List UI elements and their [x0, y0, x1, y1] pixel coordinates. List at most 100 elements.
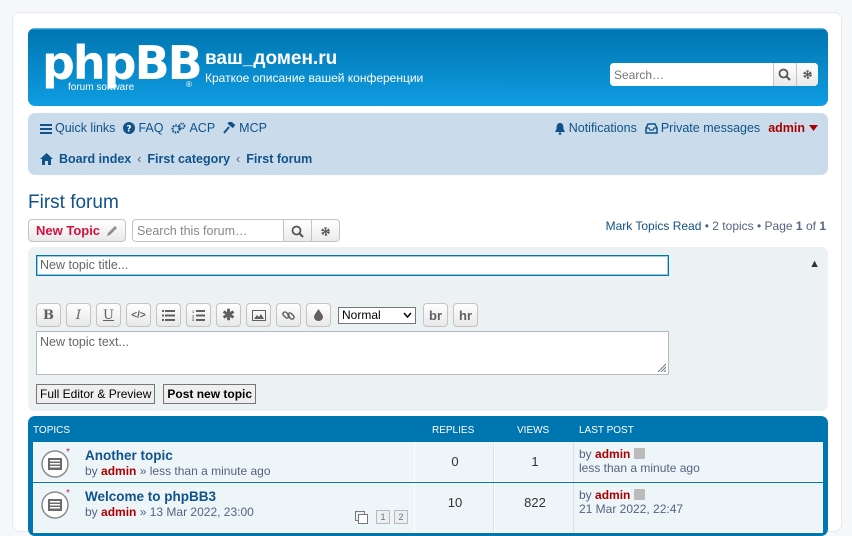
page-of: of: [805, 219, 816, 233]
list-numbered-icon: 123: [192, 309, 205, 321]
table-row: * Another topic by admin » less than a m…: [33, 442, 823, 482]
replies-count: 10: [447, 495, 463, 510]
goto-post-icon[interactable]: [634, 489, 646, 500]
topic-text-input[interactable]: New topic text...: [36, 331, 669, 375]
list-item-button[interactable]: ✱: [216, 303, 241, 327]
topic-unread-icon: *: [41, 448, 70, 478]
svg-text:*: *: [66, 448, 70, 458]
forum-search-button[interactable]: [283, 220, 312, 241]
header-search-input[interactable]: [610, 63, 773, 86]
italic-button[interactable]: I: [66, 303, 91, 327]
forum-title[interactable]: First forum: [28, 192, 119, 214]
font-size-select[interactable]: Normal: [338, 306, 416, 324]
new-topic-button[interactable]: New Topic: [28, 219, 127, 242]
resize-grip-icon[interactable]: [656, 362, 666, 372]
notifications-link[interactable]: Notifications: [554, 121, 637, 135]
chevron-down-icon: [403, 312, 412, 318]
forum-search-input[interactable]: Search this forum…: [133, 220, 283, 241]
site-title[interactable]: ваш_домен.ru: [205, 48, 337, 70]
acp-label: ACP: [189, 121, 216, 135]
breadcrumb-board-index[interactable]: Board index: [59, 152, 131, 166]
meta-separator: »: [139, 464, 147, 478]
last-post-author[interactable]: admin: [595, 447, 630, 461]
mark-topics-read-link[interactable]: Mark Topics Read: [606, 219, 702, 233]
topics-count: 2 topics: [712, 219, 754, 233]
br-button[interactable]: br: [423, 303, 448, 327]
logo-text: phpBB: [42, 36, 203, 90]
topic-meta: by admin » less than a minute ago: [85, 464, 271, 478]
page-link-1[interactable]: 1: [376, 510, 390, 524]
by-label: by: [85, 464, 98, 478]
forum-advanced-search-button[interactable]: [311, 220, 340, 241]
views-count: 822: [524, 495, 546, 510]
faq-link[interactable]: ? FAQ: [123, 121, 163, 135]
private-messages-link[interactable]: Private messages: [645, 121, 760, 135]
color-button[interactable]: [306, 303, 331, 327]
page-link-2[interactable]: 2: [394, 510, 408, 524]
hr-label: hr: [459, 307, 472, 323]
new-topic-label: New Topic: [36, 223, 101, 238]
droplet-icon: [314, 309, 323, 321]
topic-meta: by admin » 13 Mar 2022, 23:00: [85, 505, 254, 519]
user-nav: Notifications Private messages admin: [554, 121, 818, 135]
search-icon: [778, 68, 791, 81]
user-menu[interactable]: admin: [768, 121, 818, 135]
page-total: 1: [819, 219, 826, 233]
gear-icon: [321, 227, 330, 236]
goto-post-icon[interactable]: [634, 448, 646, 459]
collapse-toggle[interactable]: ▲: [809, 258, 820, 270]
topic-title-link[interactable]: Another topic: [85, 448, 173, 463]
navbar: Quick links ? FAQ ACP MCP Notifications: [28, 113, 828, 175]
full-editor-button[interactable]: Full Editor & Preview: [36, 384, 156, 404]
site-description: Краткое описание вашей конференции: [205, 71, 424, 85]
underline-button[interactable]: U: [96, 303, 121, 327]
hamburger-icon: [40, 123, 52, 134]
nav-links: Quick links ? FAQ ACP MCP: [40, 121, 267, 135]
mcp-link[interactable]: MCP: [223, 121, 267, 135]
font-size-value: Normal: [342, 308, 381, 322]
breadcrumb: Board index ‹ First category ‹ First for…: [40, 152, 312, 166]
pagination: Mark Topics Read • 2 topics • Page 1 of …: [606, 219, 826, 233]
numbered-list-button[interactable]: 123: [186, 303, 211, 327]
topic-title-input[interactable]: New topic title...: [36, 255, 669, 276]
gavel-icon: [223, 122, 236, 134]
by-label: by: [85, 505, 98, 519]
topic-text-placeholder: New topic text...: [40, 335, 129, 349]
hr-button[interactable]: hr: [453, 303, 478, 327]
header-search: [610, 63, 818, 86]
bold-icon: B: [43, 307, 54, 323]
topic-title-link[interactable]: Welcome to phpBB3: [85, 489, 216, 504]
breadcrumb-first-forum[interactable]: First forum: [246, 152, 312, 166]
br-label: br: [429, 307, 442, 323]
header-views: VIEWS: [517, 425, 550, 436]
topic-author[interactable]: admin: [101, 505, 136, 519]
italic-icon: I: [75, 307, 82, 323]
page-label: Page: [764, 219, 793, 233]
page-current: 1: [795, 219, 803, 233]
faq-label: FAQ: [138, 121, 164, 135]
bold-button[interactable]: B: [36, 303, 61, 327]
bell-icon: [554, 122, 565, 135]
bbcode-toolbar: B I U </> 123 ✱ Normal br hr: [36, 303, 478, 327]
link-button[interactable]: [276, 303, 301, 327]
header-search-button[interactable]: [773, 63, 796, 86]
breadcrumb-separator: ‹: [137, 152, 142, 166]
breadcrumb-first-category[interactable]: First category: [147, 152, 230, 166]
topic-list-header: TOPICS REPLIES VIEWS LAST POST: [28, 416, 828, 442]
last-post-author[interactable]: admin: [595, 488, 630, 502]
list-button[interactable]: [156, 303, 181, 327]
caret-down-icon: [809, 125, 818, 131]
separator: •: [757, 219, 765, 233]
advanced-search-button[interactable]: [795, 63, 818, 86]
quick-links-label: Quick links: [55, 121, 116, 135]
topic-author[interactable]: admin: [101, 464, 136, 478]
code-button[interactable]: </>: [126, 303, 151, 327]
phpbb-logo[interactable]: phpBB forum software ®: [42, 36, 203, 93]
mcp-label: MCP: [239, 121, 267, 135]
quick-links-menu[interactable]: Quick links: [40, 121, 115, 135]
last-post-by: by: [579, 488, 592, 502]
post-new-topic-button[interactable]: Post new topic: [163, 384, 257, 404]
image-button[interactable]: [246, 303, 271, 327]
acp-link[interactable]: ACP: [171, 121, 215, 135]
private-messages-label: Private messages: [660, 121, 761, 135]
